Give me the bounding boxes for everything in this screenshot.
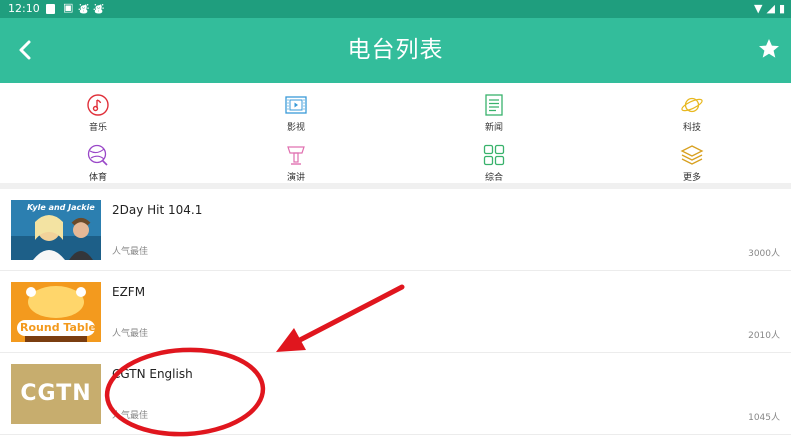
category-label: 科技 xyxy=(682,123,701,133)
status-icons: ▼ ◢ ▮ xyxy=(750,2,785,15)
station-thumbnail: Kyle and Jackie xyxy=(11,200,101,260)
podium-icon xyxy=(287,146,305,165)
app-screen: 12:10 ▣ ⛇ ⛇ ▼ ◢ ▮ 电台列表 音乐 影视 新闻 科技 体育 演讲… xyxy=(0,0,791,445)
row-divider xyxy=(0,434,791,435)
grid-icon xyxy=(483,144,505,166)
android-icon: ⛇ xyxy=(78,3,89,16)
listener-count: 1045人 xyxy=(748,413,780,423)
status-bar: 12:10 ▣ ⛇ ⛇ ▼ ◢ ▮ xyxy=(0,0,791,18)
station-logo-text: Kyle and Jackie xyxy=(27,203,95,212)
station-tag: 人气最佳 xyxy=(112,247,149,257)
station-name: EZFM xyxy=(112,285,146,299)
category-sports[interactable]: 体育 xyxy=(58,137,138,183)
category-news[interactable]: 新闻 xyxy=(454,87,534,133)
news-icon xyxy=(485,94,503,116)
station-name: CGTN English xyxy=(112,367,193,381)
station-logo-text: CGTN xyxy=(20,381,92,406)
listener-count: 2010人 xyxy=(748,331,780,341)
star-icon[interactable] xyxy=(755,32,783,66)
android-icon-2: ⛇ xyxy=(93,3,104,16)
status-time: 12:10 xyxy=(8,2,40,15)
sports-icon xyxy=(87,144,108,166)
station-logo-text: Round Table xyxy=(20,321,97,334)
wifi-icon: ▼ xyxy=(754,2,763,15)
category-label: 影视 xyxy=(286,123,305,133)
category-label: 演讲 xyxy=(286,173,305,183)
category-music[interactable]: 音乐 xyxy=(58,87,138,133)
square-icon xyxy=(46,4,55,14)
station-item[interactable]: CGTN CGTN English 人气最佳 1045人 xyxy=(0,353,791,435)
category-tech[interactable]: 科技 xyxy=(652,87,732,133)
station-item[interactable]: Round Table EZFM 人气最佳 2010人 xyxy=(0,271,791,353)
film-icon xyxy=(285,96,307,114)
category-speech[interactable]: 演讲 xyxy=(256,137,336,183)
page-title: 电台列表 xyxy=(347,37,444,63)
station-item[interactable]: Kyle and Jackie 2Day Hit 104.1 人气最佳 3000… xyxy=(0,189,791,271)
planet-icon xyxy=(681,97,703,113)
category-label: 体育 xyxy=(88,173,107,183)
music-icon xyxy=(87,94,109,116)
image-icon: ▣ xyxy=(63,1,74,14)
app-bar: 电台列表 xyxy=(0,18,791,83)
category-label: 综合 xyxy=(484,173,503,183)
category-grid: 音乐 影视 新闻 科技 体育 演讲 综合 更多 xyxy=(0,83,791,183)
station-tag: 人气最佳 xyxy=(112,329,149,339)
category-label: 更多 xyxy=(682,173,701,183)
category-film[interactable]: 影视 xyxy=(256,87,336,133)
battery-icon: ▮ xyxy=(778,2,785,15)
category-general[interactable]: 综合 xyxy=(454,137,534,183)
category-label: 新闻 xyxy=(484,123,503,133)
no-signal-icon: ◢ xyxy=(766,2,775,15)
layers-icon xyxy=(680,145,704,165)
category-more[interactable]: 更多 xyxy=(652,137,732,183)
station-tag: 人气最佳 xyxy=(112,411,149,421)
station-thumbnail: Round Table xyxy=(11,282,101,342)
listener-count: 3000人 xyxy=(748,249,780,259)
station-thumbnail: CGTN xyxy=(11,364,101,424)
category-label: 音乐 xyxy=(88,123,107,133)
station-name: 2Day Hit 104.1 xyxy=(112,203,203,217)
